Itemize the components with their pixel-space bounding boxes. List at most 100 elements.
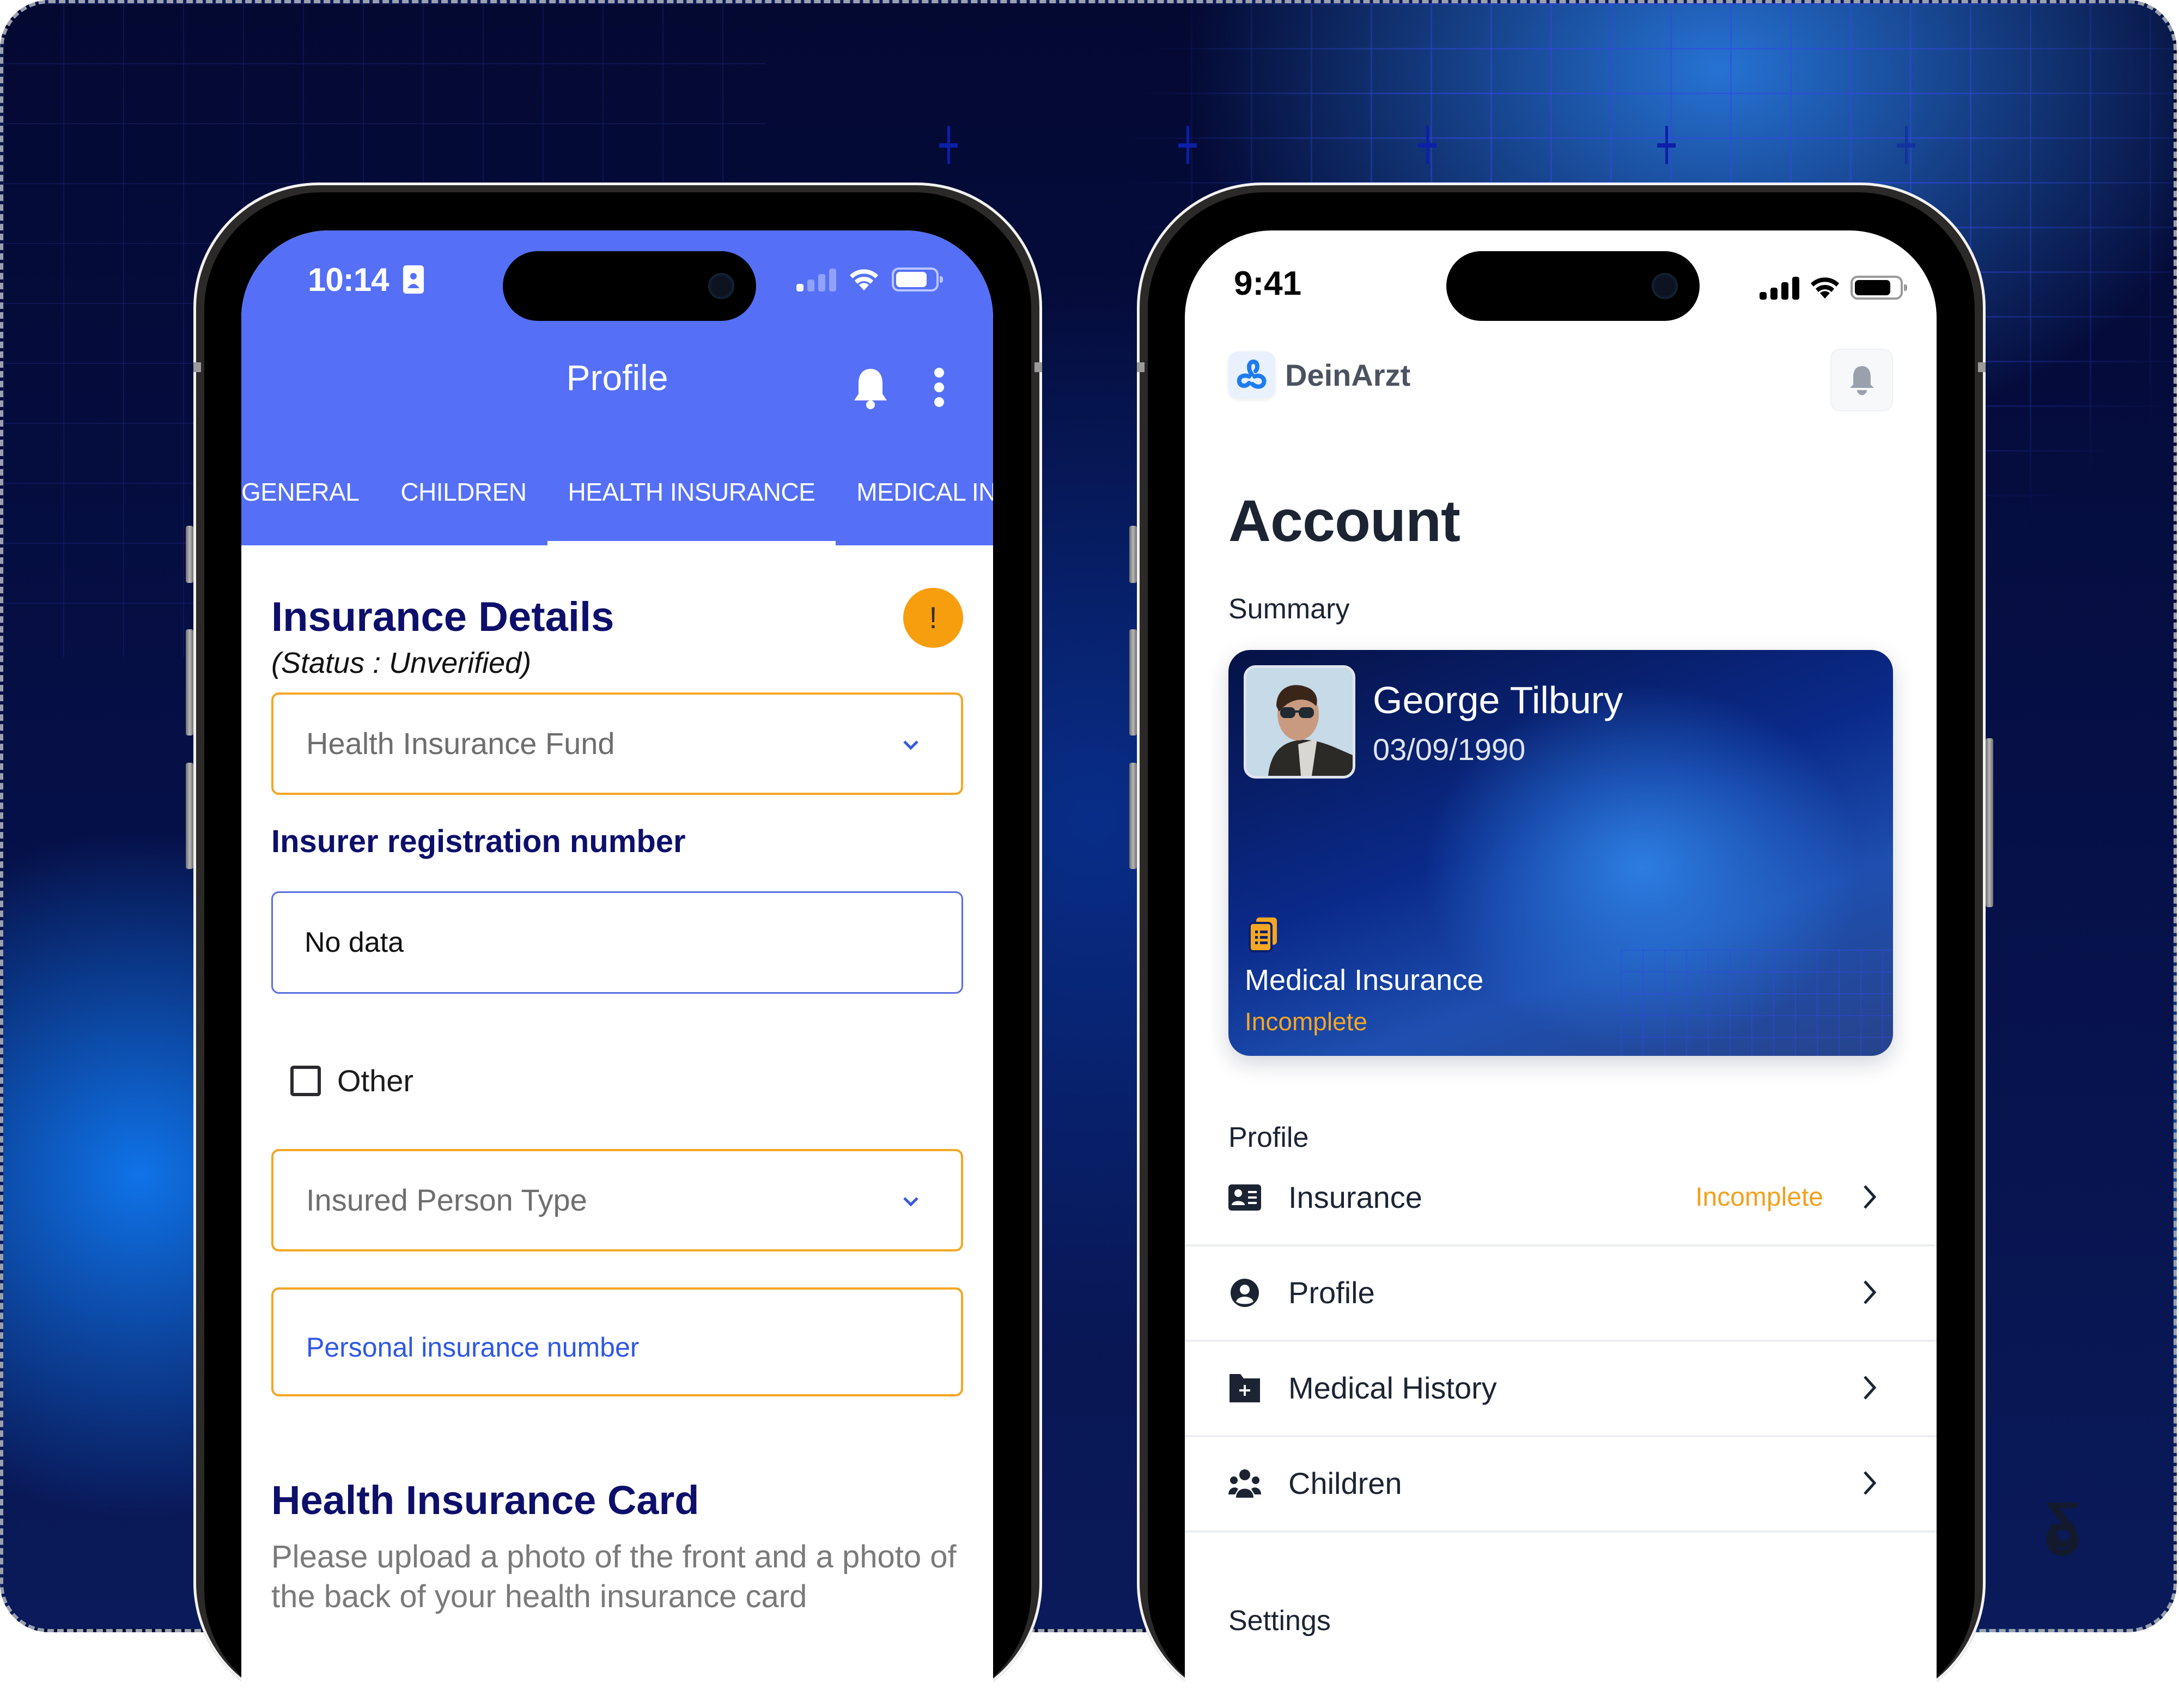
insured-person-type-select[interactable]: Insured Person Type [271, 1149, 963, 1251]
insurance-form: Insurance Details (Status : Unverified) … [241, 545, 993, 1708]
sim-card-icon [403, 265, 424, 294]
status-time: 9:41 [1234, 265, 1302, 302]
select-placeholder: Insured Person Type [306, 1183, 587, 1217]
insurance-card-description: Please upload a photo of the front and a… [271, 1539, 957, 1614]
chevron-right-icon [1864, 1471, 1877, 1495]
medical-insurance-label: Medical Insurance [1245, 964, 1484, 996]
chevron-down-icon [903, 740, 918, 750]
brand-logo-icon [2046, 1503, 2079, 1556]
dynamic-island [1446, 251, 1700, 321]
phone-action-button [186, 526, 193, 583]
registration-number-value: No data [305, 927, 404, 958]
insurance-details-heading: Insurance Details [271, 594, 614, 640]
input-placeholder: Personal insurance number [306, 1332, 640, 1363]
medical-folder-icon [1230, 1374, 1260, 1402]
menu-item-label: Medical History [1288, 1371, 1497, 1405]
tab-medical-info[interactable]: MEDICAL INFO [836, 465, 993, 545]
chevron-right-icon [1864, 1185, 1877, 1209]
status-badge: Incomplete [1695, 1183, 1823, 1212]
phone-volume-down-button [186, 763, 193, 869]
health-insurance-fund-select[interactable]: Health Insurance Fund [271, 692, 963, 795]
notifications-button[interactable] [1830, 349, 1893, 411]
phone-action-button [1129, 526, 1137, 583]
menu-item-insurance[interactable]: Insurance Incomplete [1185, 1151, 1937, 1247]
phone-screen-right: 9:41 DeinArzt Account Summary George Til… [1185, 230, 1937, 1708]
select-placeholder: Health Insurance Fund [306, 726, 615, 761]
insurance-card-heading: Health Insurance Card [271, 1478, 699, 1523]
profile-tabs: GENERAL CHILDREN HEALTH INSURANCE MEDICA… [241, 465, 993, 545]
other-checkbox-label: Other [337, 1063, 414, 1098]
phone-frame-right: 9:41 DeinArzt Account Summary George Til… [1129, 183, 1993, 1708]
profile-section-label: Profile [1228, 1122, 1309, 1153]
clipboard-list-icon [1249, 917, 1277, 952]
phone-volume-down-button [1129, 763, 1137, 869]
users-icon [1228, 1469, 1261, 1498]
menu-item-label: Profile [1288, 1275, 1375, 1310]
cellular-signal-icon [1760, 276, 1799, 300]
battery-icon [1851, 276, 1907, 300]
phone-volume-up-button [1129, 629, 1137, 736]
avatar [1244, 665, 1355, 779]
antenna-band [1034, 362, 1042, 372]
app-name: DeinArzt [1285, 357, 1411, 392]
phone-volume-up-button [186, 629, 193, 736]
phone-screen-left: 10:14 Profile GENERAL CHILDREN HEALTH IN… [241, 230, 993, 1708]
deinarzt-logo-icon [1228, 351, 1275, 398]
summary-section-label: Summary [1228, 593, 1350, 625]
plus-mark [1168, 126, 1207, 164]
card-grid-pattern [1621, 950, 1893, 1056]
bell-icon[interactable] [851, 367, 890, 410]
cellular-signal-icon [796, 268, 836, 291]
phone-bezel: 10:14 Profile GENERAL CHILDREN HEALTH IN… [204, 192, 1031, 1708]
id-card-icon [1228, 1184, 1261, 1211]
other-checkbox-row[interactable]: Other [290, 1063, 413, 1098]
profile-menu-list: Insurance Incomplete Profile Medical His… [1185, 1151, 1937, 1533]
bell-icon [1849, 366, 1874, 395]
front-camera [708, 273, 734, 299]
app-header: 10:14 Profile GENERAL CHILDREN HEALTH IN… [241, 230, 993, 545]
antenna-band [193, 362, 201, 372]
plus-mark [1408, 126, 1446, 164]
phone-bezel: 9:41 DeinArzt Account Summary George Til… [1148, 192, 1975, 1708]
phone-frame-left: 10:14 Profile GENERAL CHILDREN HEALTH IN… [186, 183, 1042, 1708]
page-title: Account [1228, 488, 1460, 554]
battery-icon [892, 268, 943, 291]
registration-number-field[interactable]: No data [271, 891, 963, 994]
other-checkbox[interactable] [290, 1065, 321, 1096]
tab-general[interactable]: GENERAL [241, 465, 380, 545]
chevron-right-icon [1864, 1376, 1877, 1400]
menu-item-label: Children [1288, 1466, 1402, 1500]
medical-insurance-status: Incomplete [1245, 1007, 1368, 1036]
personal-insurance-number-field[interactable]: Personal insurance number [271, 1287, 963, 1396]
tab-health-insurance[interactable]: HEALTH INSURANCE [547, 465, 836, 545]
status-icons [1760, 275, 1907, 300]
person-dob: 03/09/1990 [1373, 732, 1526, 767]
antenna-band [1978, 362, 1986, 372]
tab-children[interactable]: CHILDREN [380, 465, 547, 545]
person-name: George Tilbury [1373, 679, 1623, 721]
wifi-icon [1811, 277, 1839, 299]
summary-card[interactable]: George Tilbury 03/09/1990 Medical Insura… [1228, 650, 1893, 1056]
warning-badge-icon[interactable]: ! [903, 588, 963, 648]
verification-status: (Status : Unverified) [271, 647, 532, 679]
phone-power-button [1986, 738, 1993, 907]
status-time: 10:14 [308, 262, 389, 298]
antenna-band [1137, 362, 1145, 372]
menu-item-medical-history[interactable]: Medical History [1185, 1342, 1937, 1437]
dynamic-island [503, 251, 756, 321]
registration-number-label: Insurer registration number [271, 824, 686, 859]
menu-item-profile[interactable]: Profile [1185, 1247, 1937, 1342]
app-logo: DeinArzt [1228, 351, 1410, 398]
wifi-icon [850, 269, 878, 290]
more-vertical-icon[interactable] [934, 368, 945, 407]
plus-mark [929, 126, 967, 164]
user-circle-icon [1231, 1279, 1259, 1307]
menu-item-children[interactable]: Children [1185, 1437, 1937, 1533]
settings-section-label: Settings [1228, 1605, 1331, 1637]
menu-item-label: Insurance [1288, 1180, 1422, 1214]
status-icons [796, 266, 943, 293]
plus-mark [1647, 126, 1685, 164]
chevron-down-icon [903, 1197, 918, 1207]
chevron-right-icon [1864, 1280, 1877, 1304]
front-camera [1652, 273, 1678, 299]
